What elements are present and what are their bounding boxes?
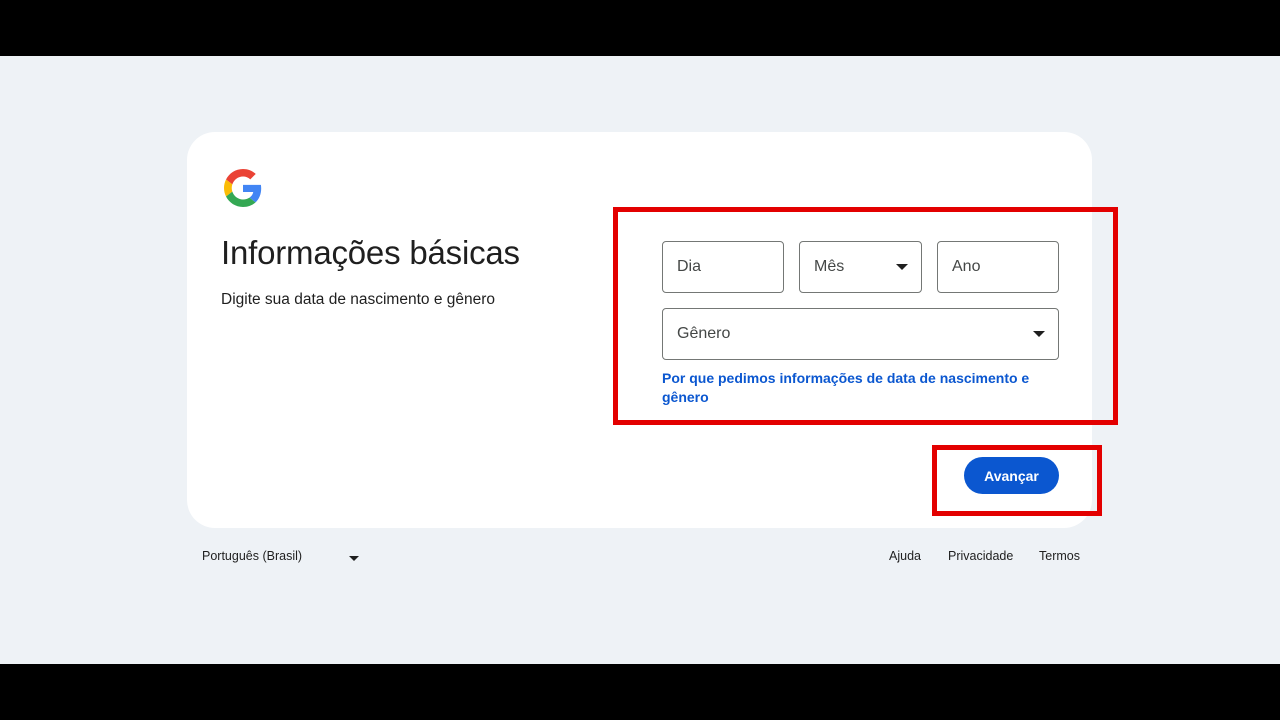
letterbox-bottom: [0, 664, 1280, 720]
google-logo-icon: [224, 169, 262, 207]
form-highlight-box: [613, 207, 1118, 425]
language-selector[interactable]: Português (Brasil): [202, 549, 302, 563]
help-link[interactable]: Ajuda: [889, 549, 921, 563]
privacy-link[interactable]: Privacidade: [948, 549, 1013, 563]
next-button[interactable]: Avançar: [964, 457, 1059, 494]
terms-link[interactable]: Termos: [1039, 549, 1080, 563]
letterbox-top: [0, 0, 1280, 56]
chevron-down-icon: [349, 556, 359, 561]
page-title: Informações básicas: [221, 234, 520, 271]
page-subtitle: Digite sua data de nascimento e gênero: [221, 291, 496, 308]
